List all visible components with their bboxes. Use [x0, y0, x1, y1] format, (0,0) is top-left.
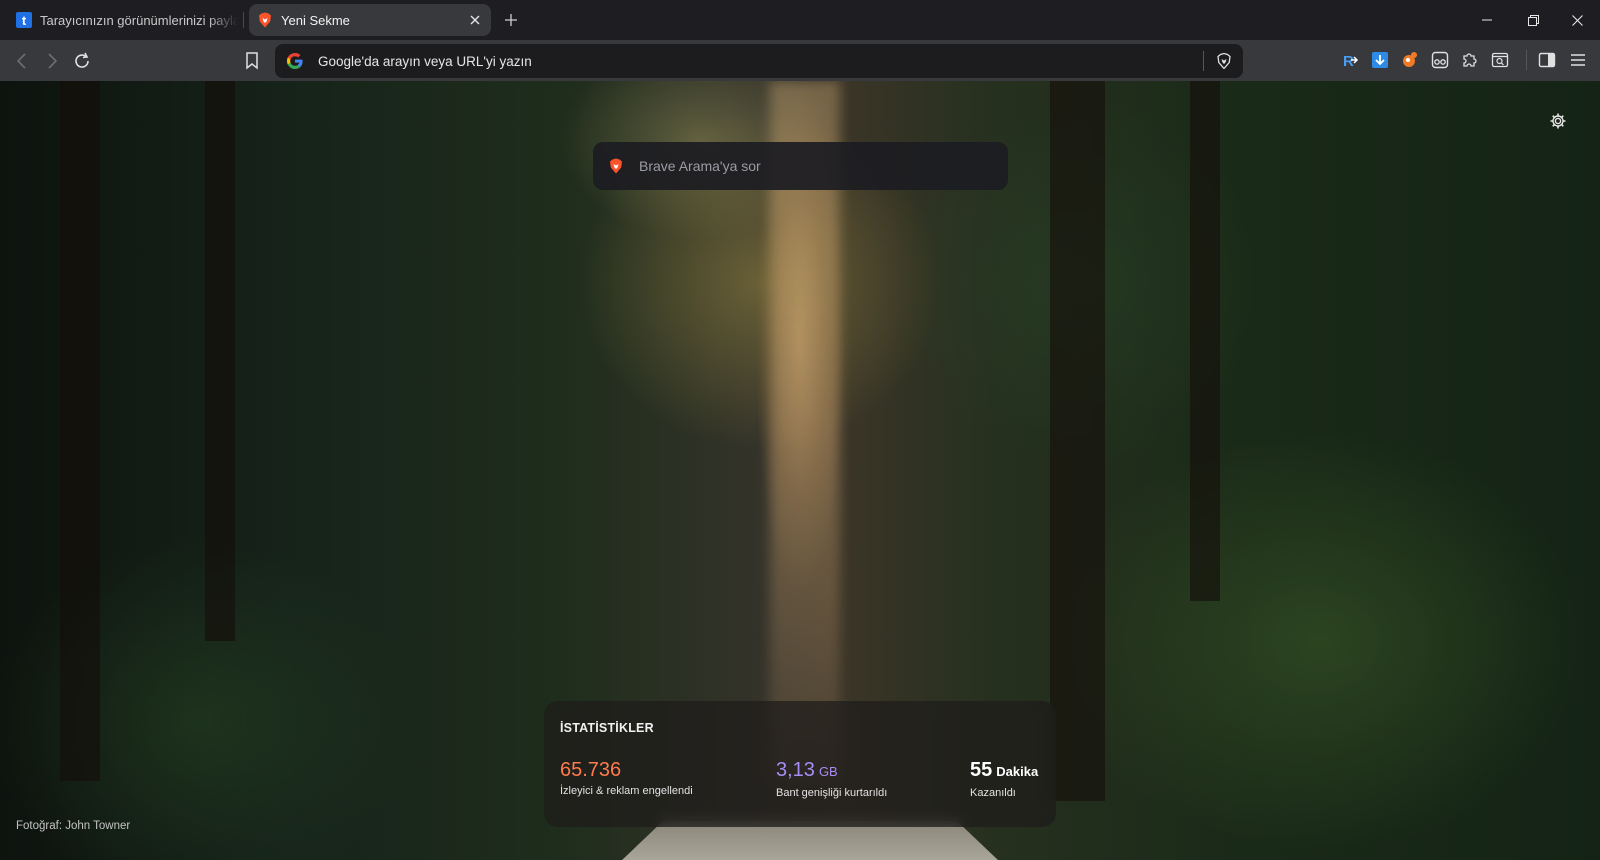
reload-icon[interactable] — [69, 48, 95, 74]
close-window-icon[interactable] — [1554, 0, 1600, 40]
background-tree-trunk — [205, 81, 235, 641]
address-bar[interactable]: Google'da arayın veya URL'yi yazın — [275, 44, 1243, 78]
menu-hamburger-icon[interactable] — [1567, 49, 1589, 71]
background-tree-trunk — [1050, 81, 1105, 801]
bandwidth-label: Bant genişliği kurtarıldı — [776, 787, 888, 799]
stat-time-saved: 55 Dakika Kazanıldı — [970, 759, 1038, 799]
download-extension-icon[interactable] — [1369, 49, 1391, 71]
glasses-extension-icon[interactable] — [1429, 49, 1451, 71]
tab-title: Tarayıcınızın görünümlerinizi paylaşın — [40, 12, 238, 28]
orange-extension-icon[interactable] — [1399, 49, 1421, 71]
time-unit: Dakika — [996, 764, 1039, 779]
new-tab-page: Fotoğraf: John Towner İSTATİSTİKLER 65.7… — [0, 81, 1600, 860]
bandwidth-value: 3,13 — [776, 759, 815, 781]
toolbar: Google'da arayın veya URL'yi yazın R — [0, 40, 1600, 81]
brave-lion-icon — [607, 157, 625, 175]
bandwidth-unit: GB — [818, 764, 838, 779]
stats-widget: İSTATİSTİKLER 65.736 İzleyici & reklam e… — [544, 701, 1056, 827]
tab-title: Yeni Sekme — [281, 12, 350, 28]
tab-active[interactable]: Yeni Sekme — [249, 4, 491, 36]
stats-heading: İSTATİSTİKLER — [560, 721, 654, 735]
tab-search-icon[interactable] — [1489, 49, 1511, 71]
time-label: Kazanıldı — [970, 787, 1016, 799]
new-tab-plus-icon[interactable] — [500, 9, 522, 31]
back-arrow-icon[interactable] — [9, 48, 35, 74]
bookmark-icon[interactable] — [239, 48, 265, 74]
address-divider — [1203, 51, 1204, 71]
brave-lion-icon — [257, 12, 273, 28]
search-input[interactable] — [639, 158, 979, 174]
trackers-label: İzleyici & reklam engellendi — [560, 785, 693, 797]
restore-icon[interactable] — [1510, 0, 1556, 40]
background-tree-trunk — [1190, 81, 1220, 601]
svg-text:t: t — [22, 13, 27, 28]
address-placeholder: Google'da arayın veya URL'yi yazın — [318, 53, 532, 69]
t-letter-icon: t — [16, 12, 32, 28]
trackers-count: 65.736 — [560, 759, 622, 781]
settings-gear-icon[interactable] — [1546, 109, 1570, 133]
time-value: 55 — [970, 759, 993, 781]
close-tab-icon[interactable] — [465, 10, 485, 30]
r-extension-icon[interactable]: R — [1339, 49, 1361, 71]
toolbar-divider — [1526, 50, 1527, 70]
forward-arrow-icon[interactable] — [39, 48, 65, 74]
brave-shields-icon[interactable] — [1215, 52, 1233, 70]
stat-trackers-blocked: 65.736 İzleyici & reklam engellendi — [560, 759, 693, 797]
brave-search-box[interactable] — [593, 142, 1008, 190]
tab-inactive[interactable]: t Tarayıcınızın görünümlerinizi paylaşın — [8, 4, 238, 36]
minimize-icon[interactable] — [1464, 0, 1510, 40]
background-tree-trunk — [60, 81, 100, 781]
tab-separator — [243, 12, 244, 28]
tab-strip: t Tarayıcınızın görünümlerinizi paylaşın… — [0, 0, 1600, 40]
sidebar-toggle-icon[interactable] — [1536, 49, 1558, 71]
stat-bandwidth-saved: 3,13 GB Bant genişliği kurtarıldı — [776, 759, 887, 799]
svg-text:R: R — [1343, 53, 1354, 69]
extensions-puzzle-icon[interactable] — [1459, 49, 1481, 71]
google-g-icon — [286, 52, 304, 70]
photo-credit[interactable]: Fotoğraf: John Towner — [16, 820, 130, 832]
